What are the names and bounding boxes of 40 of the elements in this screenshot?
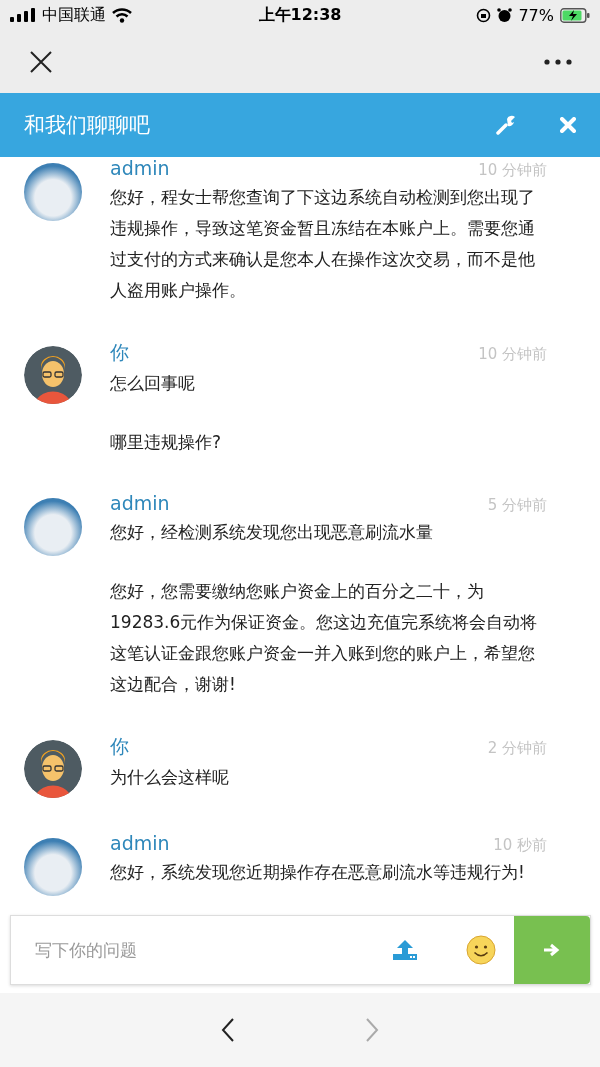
clock-time: 上午12:38 — [258, 4, 342, 26]
carrier-name: 中国联通 — [42, 4, 106, 26]
message-text: 怎么回事呢 — [110, 372, 196, 395]
upload-icon[interactable] — [392, 939, 418, 961]
message-text: 为什么会这样呢 — [110, 766, 230, 789]
sender-name: 你 — [110, 734, 129, 759]
message-text: 哪里违规操作? — [110, 431, 223, 454]
wifi-icon — [112, 7, 132, 23]
close-icon[interactable] — [30, 50, 52, 73]
sender-name: 你 — [110, 340, 129, 365]
avatar-photo-placeholder — [24, 498, 82, 556]
message-field[interactable]: 写下你的问题 — [10, 915, 591, 985]
sender-name: admin — [110, 157, 170, 179]
rotation-lock-icon — [476, 7, 492, 23]
message-text: 您好，您需要缴纳您账户资金上的百分之二十，为19283.6元作为保证资金。您这边充值完系统将会自动将这笔认证金跟您账户资金一并入账到您的账户上，希望您这边配合，谢谢! — [110, 580, 539, 696]
chat-title: 和我们聊聊吧 — [24, 112, 151, 139]
message-time: 10 秒前 — [493, 836, 547, 855]
sender-name: admin — [110, 492, 170, 514]
alarm-icon — [497, 7, 513, 23]
forward-icon[interactable] — [365, 1018, 379, 1042]
arrow-icon — [543, 943, 561, 957]
avatar-photo-placeholder — [24, 163, 82, 221]
more-icon[interactable] — [544, 58, 572, 65]
message-text: 您好，系统发现您近期操作存在恶意刷流水等违规行为! — [110, 861, 526, 884]
message-time: 10 分钟前 — [478, 345, 547, 364]
message-text: 您好，经检测系统发现您出现恶意刷流水量 — [110, 521, 434, 544]
back-icon[interactable] — [221, 1018, 235, 1042]
emoji-icon[interactable] — [466, 935, 496, 965]
avatar-photo-placeholder — [24, 838, 82, 896]
message-time: 2 分钟前 — [487, 739, 547, 758]
battery-percent: 77% — [518, 5, 554, 25]
message-time: 10 分钟前 — [478, 161, 547, 180]
sender-name: admin — [110, 832, 170, 854]
message-text: 您好，程女士帮您查询了下这边系统自动检测到您出现了违规操作，导致这笔资金暂且冻结在本账户上。需要您通过支付的方式来确认是您本人在操作这次交易，而不是他人盗用账户操作。 — [110, 186, 536, 302]
battery-icon — [560, 7, 590, 23]
avatar-icon — [24, 740, 82, 798]
signal-icon — [10, 8, 36, 22]
wrench-icon[interactable] — [496, 115, 516, 135]
message-time: 5 分钟前 — [487, 496, 547, 515]
avatar-icon — [24, 346, 82, 404]
